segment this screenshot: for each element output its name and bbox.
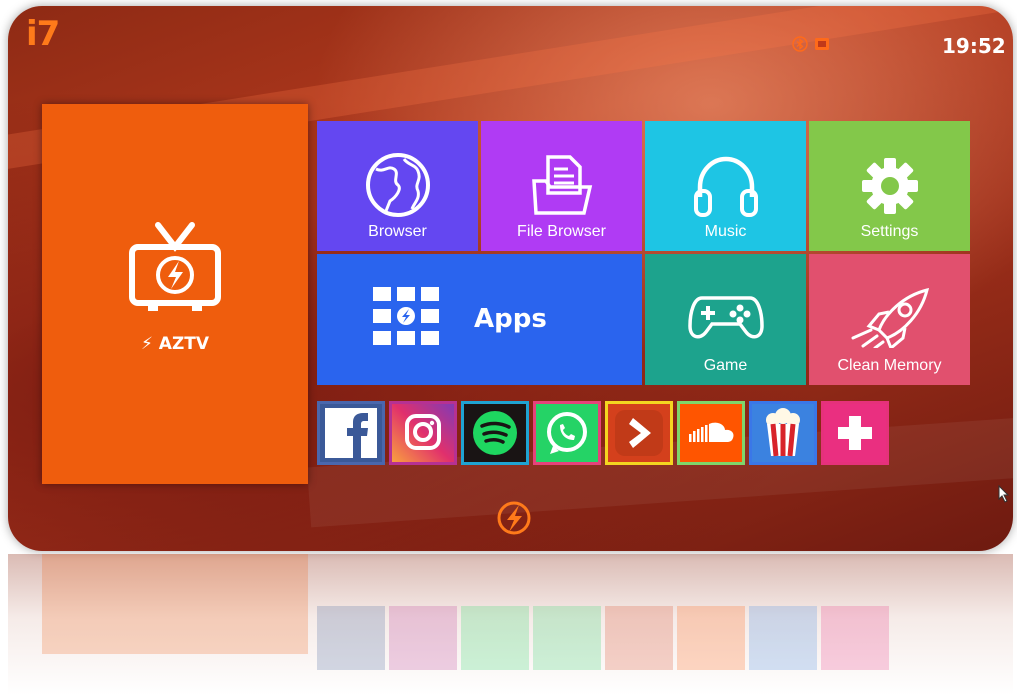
app-spotify[interactable] xyxy=(461,401,529,465)
reflection-shape xyxy=(461,606,529,670)
spotify-icon xyxy=(473,411,517,455)
app-popcorn-time[interactable] xyxy=(749,401,817,465)
ethernet-icon xyxy=(815,38,829,50)
facebook-icon xyxy=(325,408,377,458)
status-icons xyxy=(792,36,830,52)
aztv-label-text: AZTV xyxy=(158,334,210,354)
clean-memory-tile[interactable]: Clean Memory xyxy=(809,254,970,385)
reflection-shape xyxy=(605,606,673,670)
play-arrow-icon xyxy=(615,410,663,456)
reflection-shape xyxy=(317,606,385,670)
browser-label: Browser xyxy=(368,223,427,240)
app-instagram[interactable] xyxy=(389,401,457,465)
file-browser-label: File Browser xyxy=(517,223,606,240)
aztv-tile[interactable]: ⚡ AZTV xyxy=(42,104,308,484)
instagram-icon xyxy=(405,414,441,450)
plus-icon xyxy=(838,416,872,450)
apps-label: Apps xyxy=(474,304,547,334)
reflection-shape xyxy=(749,606,817,670)
globe-icon xyxy=(365,153,430,217)
brand-logo: i7 xyxy=(26,14,60,54)
aztv-label: ⚡ AZTV xyxy=(42,334,308,354)
mouse-cursor-icon xyxy=(998,485,1010,503)
reflection-shape xyxy=(533,606,601,670)
app-whatsapp[interactable] xyxy=(533,401,601,465)
reflection-shape xyxy=(821,606,889,670)
file-browser-tile[interactable]: File Browser xyxy=(481,121,642,251)
app-soundcloud[interactable] xyxy=(677,401,745,465)
clean-memory-label: Clean Memory xyxy=(837,357,942,374)
app-shortcut-row xyxy=(317,401,889,465)
screen-reflection xyxy=(8,554,1013,695)
gear-icon xyxy=(861,158,918,214)
settings-tile[interactable]: Settings xyxy=(809,121,970,251)
gamepad-icon xyxy=(687,296,764,339)
headphones-icon xyxy=(693,156,758,217)
reflection-shape xyxy=(42,554,308,654)
app-video[interactable] xyxy=(605,401,673,465)
launcher-screen: i7 19:52 ⚡ AZTV Browser File Browser Mus… xyxy=(8,6,1013,551)
apps-grid-icon xyxy=(373,287,439,345)
folder-icon xyxy=(531,155,592,215)
reflection-shape xyxy=(677,606,745,670)
tv-icon xyxy=(129,222,221,311)
reflection-shape xyxy=(389,606,457,670)
popcorn-icon xyxy=(766,408,800,457)
bolt-icon: ⚡ xyxy=(140,334,153,354)
music-tile[interactable]: Music xyxy=(645,121,806,251)
whatsapp-icon xyxy=(547,412,587,454)
settings-label: Settings xyxy=(860,223,919,240)
browser-tile[interactable]: Browser xyxy=(317,121,478,251)
music-label: Music xyxy=(704,223,747,240)
apps-tile[interactable]: Apps xyxy=(317,254,642,385)
bluetooth-icon xyxy=(792,36,808,52)
soundcloud-icon xyxy=(689,422,734,442)
aztv-bolt-icon xyxy=(497,501,531,535)
clock: 19:52 xyxy=(942,34,1006,58)
game-label: Game xyxy=(703,357,748,374)
app-add[interactable] xyxy=(821,401,889,465)
app-facebook[interactable] xyxy=(317,401,385,465)
rocket-icon xyxy=(851,287,929,348)
game-tile[interactable]: Game xyxy=(645,254,806,385)
